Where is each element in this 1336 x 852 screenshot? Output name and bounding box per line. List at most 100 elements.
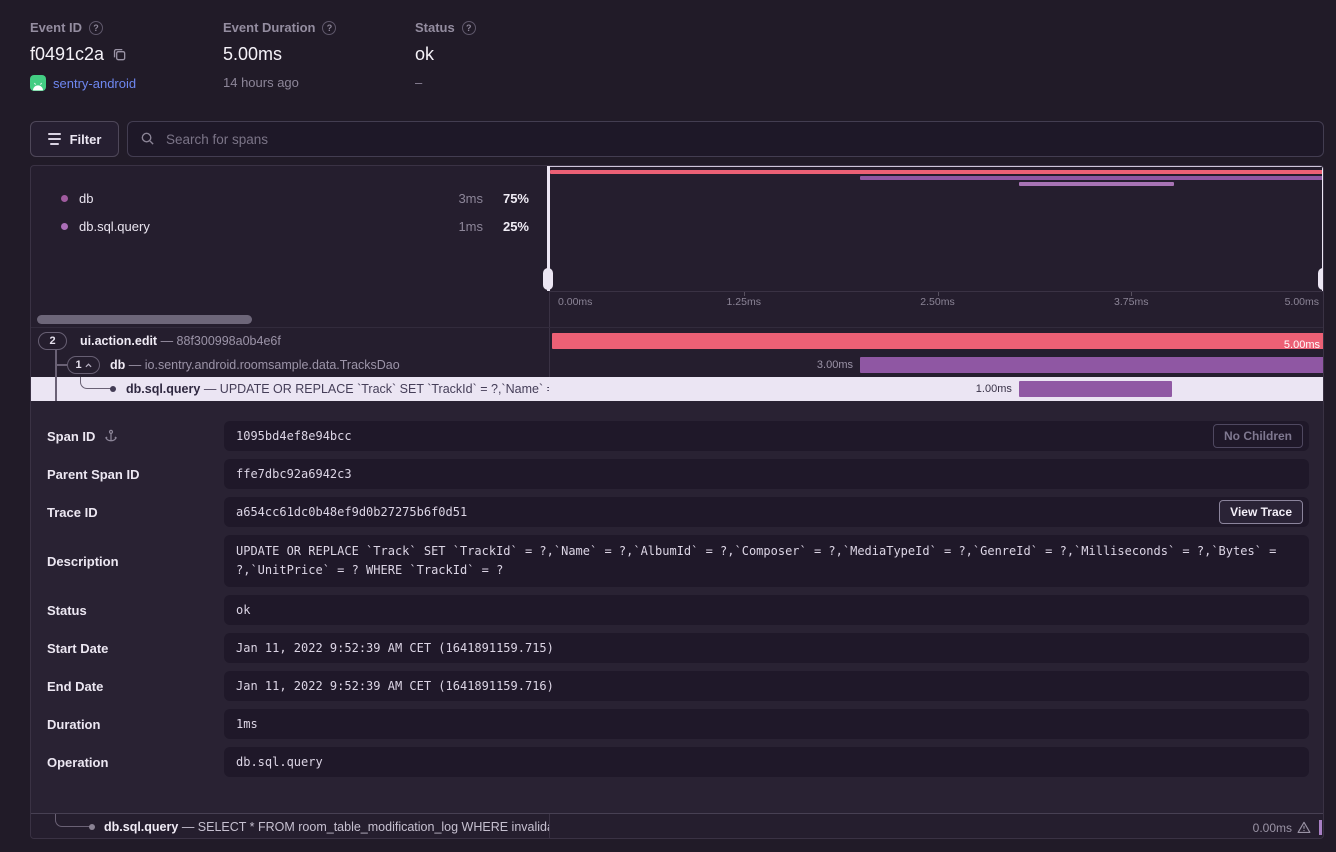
event-duration-ago: 14 hours ago: [223, 75, 299, 90]
anchor-icon[interactable]: [104, 429, 118, 443]
tree-elbow: [55, 814, 91, 827]
legend-color-dot: [61, 223, 68, 230]
span-detail-pane: Span ID 1095bd4ef8e94bccNo Children Parent…: [31, 401, 1324, 813]
children-count: 1: [75, 359, 81, 371]
status-sub: –: [415, 75, 422, 90]
detail-field-label: Status: [47, 603, 87, 618]
span-op: db: [110, 358, 125, 372]
span-desc: — 88f300998a0b4e6f: [161, 334, 281, 348]
filter-button[interactable]: Filter: [30, 121, 119, 157]
view-trace-button[interactable]: View Trace: [1219, 500, 1303, 524]
tree-elbow: [80, 377, 113, 389]
event-id-value: f0491c2a: [30, 44, 104, 65]
children-count: 2: [49, 335, 55, 347]
search-icon: [140, 131, 155, 146]
operations-legend: db3ms75%db.sql.query1ms25%: [31, 184, 549, 240]
filter-button-label: Filter: [70, 132, 102, 147]
span-desc: — io.sentry.android.roomsample.data.Trac…: [129, 358, 400, 372]
detail-row-trace-id: Trace ID a654cc61dc0b48ef9d0b27275b6f0d51…: [47, 497, 1309, 527]
detail-field-value: ffe7dbc92a6942c3: [224, 459, 1309, 489]
legend-item-db.sql.query[interactable]: db.sql.query1ms25%: [31, 212, 549, 240]
span-bar[interactable]: [1019, 381, 1172, 397]
detail-field-label: End Date: [47, 679, 103, 694]
span-row-ui-action-edit[interactable]: 2 ui.action.edit — 88f300998a0b4e6f 5.00…: [31, 329, 1324, 353]
minimap-right-grip[interactable]: [1318, 268, 1324, 290]
axis-label: 5.00ms: [1285, 296, 1319, 308]
detail-row-description: DescriptionUPDATE OR REPLACE `Track` SET…: [47, 535, 1309, 587]
scrollbar-track[interactable]: [31, 311, 1324, 328]
minimap[interactable]: [550, 166, 1324, 291]
detail-row-span-id: Span ID 1095bd4ef8e94bccNo Children: [47, 421, 1309, 451]
legend-percentage: 25%: [483, 219, 529, 234]
tree-dot: [89, 824, 95, 830]
detail-field-value: a654cc61dc0b48ef9d0b27275b6f0d51View Tra…: [224, 497, 1309, 527]
span-bar[interactable]: [860, 357, 1324, 373]
span-row-db-sql-query-selected[interactable]: db.sql.query — UPDATE OR REPLACE `Track`…: [31, 377, 1324, 401]
span-duration: 1.00ms: [976, 381, 1012, 397]
span-row-db[interactable]: 1 db — io.sentry.android.roomsample.data…: [31, 353, 1324, 377]
search-input[interactable]: [127, 121, 1324, 157]
axis-tick: [744, 292, 745, 296]
status-column: Status ? ok –: [415, 20, 476, 90]
detail-row-operation: Operation db.sql.query: [47, 747, 1309, 777]
children-count-pill[interactable]: 2: [38, 332, 67, 350]
children-count-pill[interactable]: 1: [67, 356, 100, 374]
span-bar[interactable]: 5.00ms: [552, 333, 1324, 349]
span-duration: 3.00ms: [817, 357, 853, 373]
span-desc: — UPDATE OR REPLACE `Track` SET `TrackId…: [204, 382, 549, 396]
legend-op-label: db: [79, 191, 435, 206]
detail-field-label: Span ID: [47, 429, 95, 444]
time-axis: 0.00ms1.25ms2.50ms3.75ms5.00ms: [550, 291, 1324, 311]
axis-tick: [1131, 292, 1132, 296]
detail-field-value: 1ms: [224, 709, 1309, 739]
status-value: ok: [415, 44, 434, 65]
minimap-bar-ui.action.edit: [550, 170, 1324, 174]
axis-label: 1.25ms: [727, 296, 761, 308]
chevron-up-icon: [85, 363, 92, 368]
span-op: db.sql.query: [104, 820, 178, 834]
status-label: Status: [415, 20, 455, 35]
detail-field-value: 1095bd4ef8e94bccNo Children: [224, 421, 1309, 451]
axis-label: 2.50ms: [920, 296, 954, 308]
toolbar: Filter: [30, 121, 1324, 157]
legend-op-label: db.sql.query: [79, 219, 435, 234]
detail-field-value: Jan 11, 2022 9:52:39 AM CET (1641891159.…: [224, 671, 1309, 701]
project-link[interactable]: sentry-android: [53, 76, 136, 91]
scrollbar-thumb[interactable]: [37, 315, 252, 324]
legend-item-db[interactable]: db3ms75%: [31, 184, 549, 212]
span-bar-zero: [1319, 820, 1322, 835]
detail-field-label: Parent Span ID: [47, 467, 139, 482]
legend-percentage: 75%: [483, 191, 529, 206]
detail-row-parent-span-id: Parent Span ID ffe7dbc92a6942c3: [47, 459, 1309, 489]
tree-branch: [55, 364, 67, 366]
span-row-db-sql-query-select[interactable]: db.sql.query — SELECT * FROM room_table_…: [31, 813, 1324, 839]
span-waterfall-panel: db3ms75%db.sql.query1ms25% 0.00ms1.25ms2…: [30, 165, 1324, 839]
event-header: Event ID ? f0491c2a sentry-android: [30, 20, 1306, 110]
warning-icon: [1297, 821, 1311, 834]
legend-duration: 3ms: [435, 191, 483, 206]
axis-label: 0.00ms: [558, 296, 592, 308]
tree-bar-divider: [549, 814, 550, 839]
legend-duration: 1ms: [435, 219, 483, 234]
filter-icon: [48, 133, 61, 145]
detail-field-label: Operation: [47, 755, 108, 770]
detail-field-label: Duration: [47, 717, 100, 732]
span-duration: 5.00ms: [1284, 337, 1320, 353]
event-duration-column: Event Duration ? 5.00ms 14 hours ago: [223, 20, 336, 90]
detail-field-label: Description: [47, 554, 119, 569]
minimap-left-grip[interactable]: [543, 268, 553, 290]
detail-field-value: Jan 11, 2022 9:52:39 AM CET (1641891159.…: [224, 633, 1309, 663]
detail-row-start-date: Start DateJan 11, 2022 9:52:39 AM CET (1…: [47, 633, 1309, 663]
help-icon[interactable]: ?: [462, 21, 476, 35]
android-icon: [30, 75, 46, 91]
help-icon[interactable]: ?: [89, 21, 103, 35]
span-op: ui.action.edit: [80, 334, 157, 348]
detail-field-label: Trace ID: [47, 505, 98, 520]
event-id-column: Event ID ? f0491c2a sentry-android: [30, 20, 136, 91]
detail-field-value: db.sql.query: [224, 747, 1309, 777]
copy-icon[interactable]: [112, 47, 127, 62]
help-icon[interactable]: ?: [322, 21, 336, 35]
event-duration-value: 5.00ms: [223, 44, 282, 65]
span-op: db.sql.query: [126, 382, 200, 396]
event-id-label: Event ID: [30, 20, 82, 35]
